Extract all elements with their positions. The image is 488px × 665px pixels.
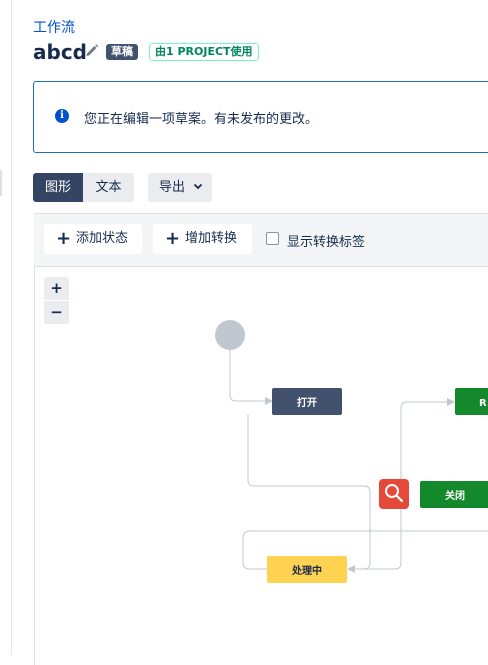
status-r-label: R [479,398,487,409]
status-node-in-progress: 处理中 [267,556,347,583]
status-node-closed: 关闭 [420,481,488,508]
start-node [215,320,245,350]
search-icon [379,479,409,509]
transition-start-to-open [229,350,266,402]
status-open-label: 打开 [297,396,317,409]
transition-open-to-inprogress [247,414,371,570]
status-node-open: 打开 [272,388,342,415]
status-closed-label: 关闭 [445,489,465,502]
workflow-diagram: 打开 R 关闭 处理中 [215,320,488,583]
status-node-r: R [455,388,488,415]
status-in-progress-label: 处理中 [291,564,322,577]
